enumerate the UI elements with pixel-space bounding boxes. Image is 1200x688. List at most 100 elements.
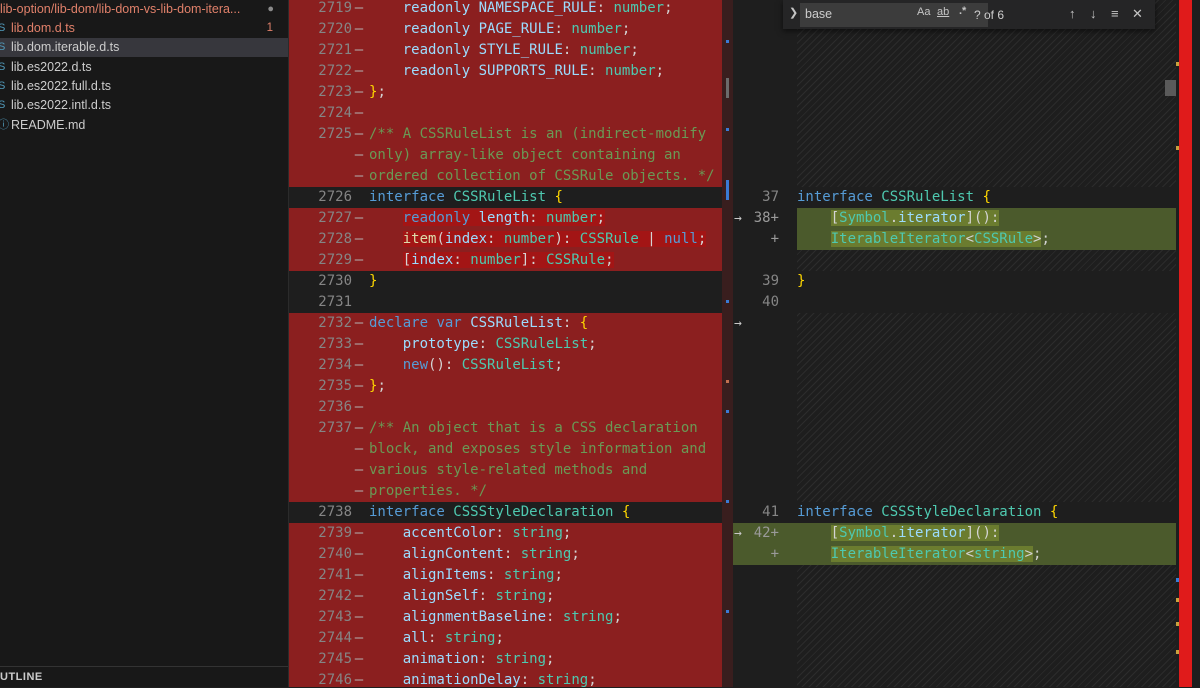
typescript-file-icon: S xyxy=(0,41,6,53)
ruler-match xyxy=(726,610,729,613)
code-text: }; xyxy=(369,378,386,394)
ruler-match xyxy=(726,180,729,200)
file-lib-dom[interactable]: S lib.dom.d.ts 1 xyxy=(0,19,288,38)
ruler-mark xyxy=(1176,62,1179,66)
file-name: lib.es2022.intl.d.ts xyxy=(11,98,112,112)
toggle-replace-chevron-icon[interactable]: ❯ xyxy=(789,6,798,19)
ruler-match xyxy=(726,500,729,503)
line-number: 40 xyxy=(762,294,779,310)
line-number: 2739 xyxy=(318,525,352,541)
file-readme[interactable]: ⓘ README.md xyxy=(0,116,288,135)
code-text: [Symbol.iterator](): xyxy=(830,210,1000,226)
code-text: properties. */ xyxy=(369,483,488,499)
code-text: readonly PAGE_RULE: number; xyxy=(402,21,631,37)
regex-icon[interactable]: .* xyxy=(959,5,966,17)
code-text: alignSelf: string; xyxy=(402,588,555,604)
close-icon[interactable]: ✕ xyxy=(1132,6,1143,22)
deleted-marker: – xyxy=(354,588,364,604)
line-number: 2738 xyxy=(318,504,352,520)
ruler-match xyxy=(726,380,729,383)
find-in-selection-icon[interactable]: ≡ xyxy=(1111,6,1119,21)
code-line: 2733– prototype: CSSRuleList; xyxy=(289,334,730,355)
code-text: new(): CSSRuleList; xyxy=(402,357,563,373)
typescript-file-icon: S xyxy=(0,22,6,34)
find-input-value: base xyxy=(805,7,833,21)
diff-modified-editor[interactable]: 37 interface CSSRuleList { → 38+ [Symbol.i… xyxy=(733,0,1176,687)
code-line: 2739– accentColor: string; xyxy=(289,523,730,544)
ruler-thumb xyxy=(1165,80,1176,96)
problem-count-badge: 1 xyxy=(266,22,273,34)
deleted-marker: – xyxy=(354,210,364,226)
line-number: 2720 xyxy=(318,21,352,37)
code-line: 2720– readonly PAGE_RULE: number; xyxy=(289,19,730,40)
line-number: 2746 xyxy=(318,672,352,687)
diff-original-editor[interactable]: 2719– readonly NAMESPACE_RULE: number; 2… xyxy=(289,0,730,687)
code-line: – various style-related methods and xyxy=(289,460,730,481)
code-text: interface CSSStyleDeclaration { xyxy=(797,504,1059,520)
line-number: 2726 xyxy=(318,189,352,205)
file-lib-es2022-full[interactable]: S lib.es2022.full.d.ts xyxy=(0,77,288,96)
deleted-marker: – xyxy=(354,315,364,331)
ruler-mark xyxy=(1176,146,1179,150)
ruler-match xyxy=(726,128,729,131)
line-number: 2727 xyxy=(318,210,352,226)
code-line: + IterableIterator<CSSRule>; xyxy=(733,229,1176,250)
deleted-marker: – xyxy=(354,462,364,478)
file-lib-es2022[interactable]: S lib.es2022.d.ts xyxy=(0,58,288,77)
revert-arrow-icon[interactable]: → xyxy=(734,313,742,334)
file-lib-dom-iterable[interactable]: S lib.dom.iterable.d.ts xyxy=(0,38,288,57)
code-text: readonly SUPPORTS_RULE: number; xyxy=(402,63,665,79)
code-line: → 38+ [Symbol.iterator](): xyxy=(733,208,1176,229)
overview-ruler[interactable] xyxy=(1165,0,1200,687)
deleted-marker: – xyxy=(354,336,364,352)
deleted-marker: – xyxy=(354,630,364,646)
line-number: 2741 xyxy=(318,567,352,583)
code-text: declare var CSSRuleList: { xyxy=(369,315,589,331)
find-input[interactable]: base Aa ab .* xyxy=(800,3,988,27)
file-name: lib.dom.iterable.d.ts xyxy=(11,40,120,54)
code-text: } xyxy=(369,273,378,289)
ruler-match xyxy=(726,300,729,303)
line-number: 2740 xyxy=(318,546,352,562)
code-line: 2740– alignContent: string; xyxy=(289,544,730,565)
code-line: 2727– readonly length: number; xyxy=(289,208,730,229)
line-number: 2735 xyxy=(318,378,352,394)
file-lib-es2022-intl[interactable]: S lib.es2022.intl.d.ts xyxy=(0,96,288,115)
folder-path[interactable]: lib-option/lib-dom/lib-dom-vs-lib-dom-it… xyxy=(0,0,288,19)
deleted-marker: – xyxy=(354,357,364,373)
deleted-marker: – xyxy=(354,126,364,142)
line-number: 2724 xyxy=(318,105,352,121)
code-line: 2723–}; xyxy=(289,82,730,103)
deleted-marker: – xyxy=(354,420,364,436)
code-line: 2742– alignSelf: string; xyxy=(289,586,730,607)
deleted-marker: – xyxy=(354,651,364,667)
line-number: + xyxy=(770,546,779,562)
line-number: 2729 xyxy=(318,252,352,268)
match-whole-word-icon[interactable]: ab xyxy=(937,6,949,18)
next-match-icon[interactable]: ↓ xyxy=(1090,6,1097,21)
code-text: interface CSSStyleDeclaration { xyxy=(369,504,631,520)
outline-section-header[interactable]: UTLINE xyxy=(0,666,288,688)
code-line: 2725–/** A CSSRuleList is an (indirect-m… xyxy=(289,124,730,145)
deleted-marker: – xyxy=(354,441,364,457)
line-number: 2732 xyxy=(318,315,352,331)
code-text: IterableIterator<string>; xyxy=(830,546,1042,562)
code-line: 2745– animation: string; xyxy=(289,649,730,670)
match-case-icon[interactable]: Aa xyxy=(917,6,930,18)
deleted-marker: – xyxy=(354,42,364,58)
code-text: [Symbol.iterator](): xyxy=(830,525,1000,541)
code-text: /** An object that is a CSS declaration xyxy=(369,420,698,436)
code-line: 2719– readonly NAMESPACE_RULE: number; xyxy=(289,0,730,19)
code-line: 2736– xyxy=(289,397,730,418)
previous-match-icon[interactable]: ↑ xyxy=(1069,6,1076,21)
deleted-marker: – xyxy=(354,21,364,37)
ruler-mark xyxy=(1176,598,1179,602)
file-name: lib.dom.d.ts xyxy=(11,21,75,35)
code-text: interface CSSRuleList { xyxy=(369,189,563,205)
code-line: 37 interface CSSRuleList { xyxy=(733,187,1176,208)
deleted-marker: – xyxy=(354,63,364,79)
code-text: alignmentBaseline: string; xyxy=(402,609,622,625)
original-overview-ruler[interactable] xyxy=(722,0,733,687)
code-text: prototype: CSSRuleList; xyxy=(402,336,597,352)
line-number: 2736 xyxy=(318,399,352,415)
